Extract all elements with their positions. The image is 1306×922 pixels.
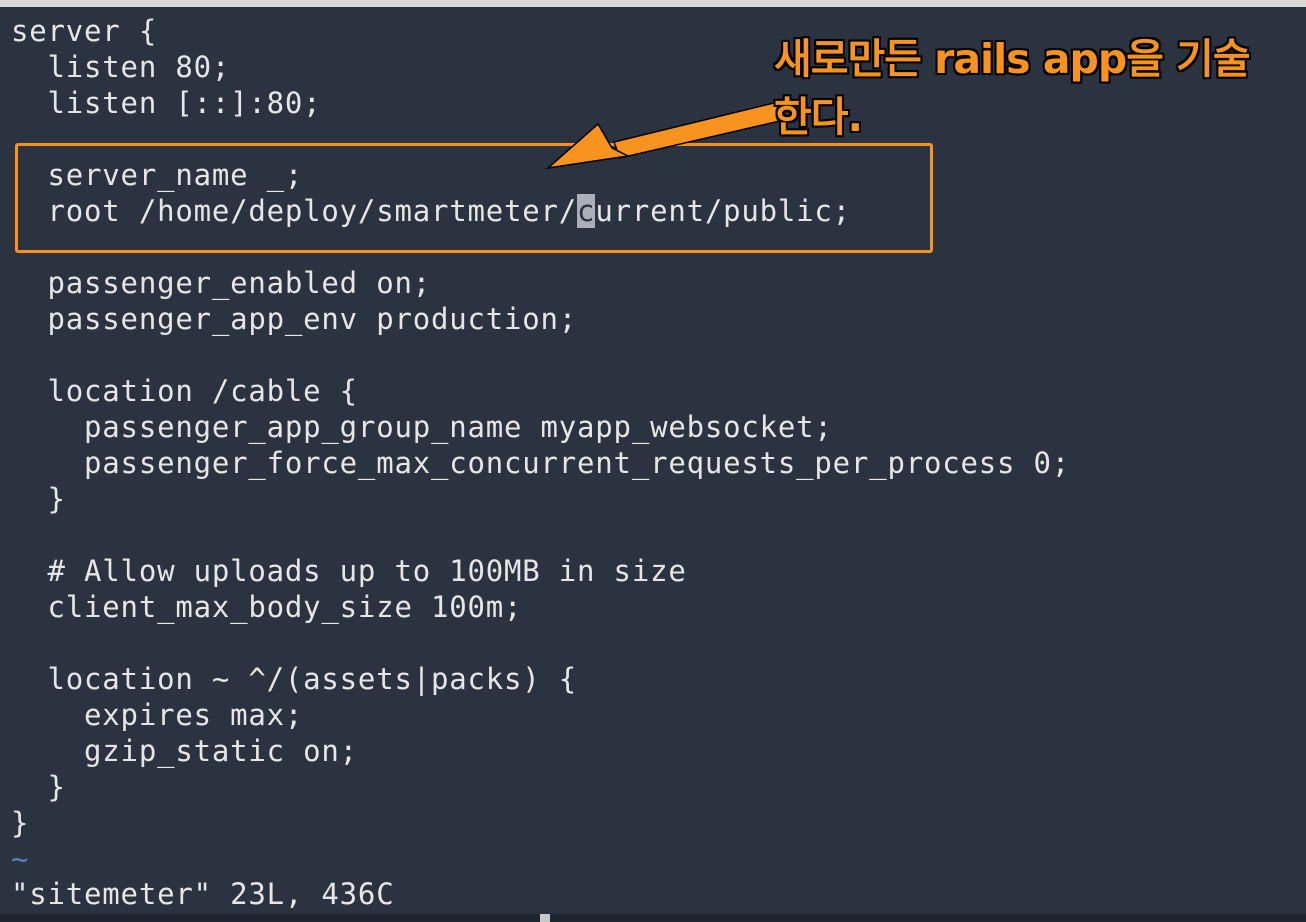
code-line: location /cable { bbox=[11, 374, 358, 408]
code-line: expires max; bbox=[11, 698, 304, 732]
window-bottom-border bbox=[0, 914, 1306, 922]
annotation-callout: 새로만든 rails app을 기술 한다. bbox=[774, 30, 1294, 146]
annotation-text-line: 새로만든 rails app을 기술 bbox=[774, 35, 1251, 83]
status-message: "sitemeter" 23L, 436C bbox=[11, 877, 395, 911]
highlight-box bbox=[15, 143, 933, 253]
code-line: passenger_force_max_concurrent_requests_… bbox=[11, 446, 1071, 480]
code-line: client_max_body_size 100m; bbox=[11, 590, 523, 624]
scrollbar-thumb[interactable] bbox=[540, 914, 550, 922]
code-line: gzip_static on; bbox=[11, 734, 358, 768]
window-top-border bbox=[0, 0, 1306, 7]
code-line: } bbox=[11, 770, 66, 804]
code-line: passenger_app_group_name myapp_websocket… bbox=[11, 410, 833, 444]
code-line: passenger_app_env production; bbox=[11, 302, 578, 336]
code-line: location ~ ^/(assets|packs) { bbox=[11, 662, 578, 696]
code-line: } bbox=[11, 482, 66, 516]
code-line: # Allow uploads up to 100MB in size bbox=[11, 554, 687, 588]
code-line: passenger_enabled on; bbox=[11, 266, 431, 300]
empty-buffer-tilde: ~ bbox=[11, 842, 30, 876]
code-line: } bbox=[11, 806, 30, 840]
annotation-text-line: 한다. bbox=[774, 93, 863, 141]
